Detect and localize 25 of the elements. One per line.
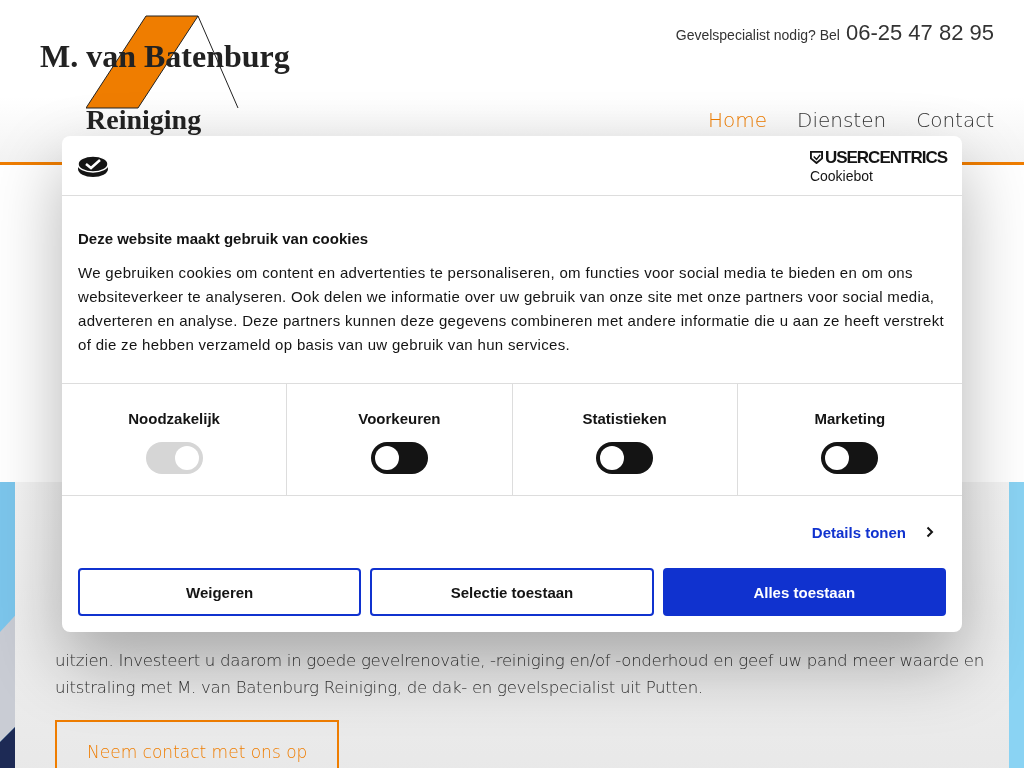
consent-button[interactable]: Selectie toestaan [370,568,654,616]
consent-button[interactable]: Alles toestaan [662,568,946,616]
nav-link[interactable]: Contact [916,108,994,132]
body-text: uitstraling met M. van Batenburg Reiniging, de dak- en gevelspecialist uit Putten. [55,677,704,699]
phone-link[interactable]: 06-25 47 82 95 [845,20,994,46]
consent-button[interactable]: Weigeren [78,568,362,616]
cookie-check-icon [77,153,109,178]
logo-subtitle: Reiniging [86,104,202,136]
nav-link[interactable]: Diensten [797,108,887,132]
contact-label: Gevelspecialist nodig? Bel [675,27,840,43]
brand-name: USERCENTRICS [824,147,947,168]
brand-subtitle: Cookiebot [809,167,874,184]
toggle-switch[interactable] [370,442,428,475]
toggle-switch[interactable] [821,442,879,475]
category-label: Noodzakelijk [128,410,220,428]
category-label: Statistieken [582,410,667,428]
category-label: Marketing [814,410,886,428]
chevron-right-icon [926,526,934,538]
details-link[interactable]: Details tonen [811,523,906,541]
toggle-switch[interactable] [596,442,654,475]
dialog-text: We gebruiken cookies om content en advertenties te personaliseren, om functies voor social media te bieden en om ons websiteverkeer te analyseren. Ook delen we informatie over uw gebruik van onze site met onze partners voor social media, adverteren en analyse. Deze partners kunnen deze gegevens combineren met andere informatie die u aan ze heeft verstrekt of die ze hebben verzameld op basis van uw gebruik van hun services. [78,263,946,356]
shield-icon [809,151,823,165]
category-label: Voorkeuren [358,410,441,428]
body-text: uitzien. Investeert u daarom in goede gevelrenovatie, -reiniging en/of -onderhoud en geef uw pand meer waarde en [55,650,985,672]
dialog-title: Deze website maakt gebruik van cookies [78,230,370,248]
